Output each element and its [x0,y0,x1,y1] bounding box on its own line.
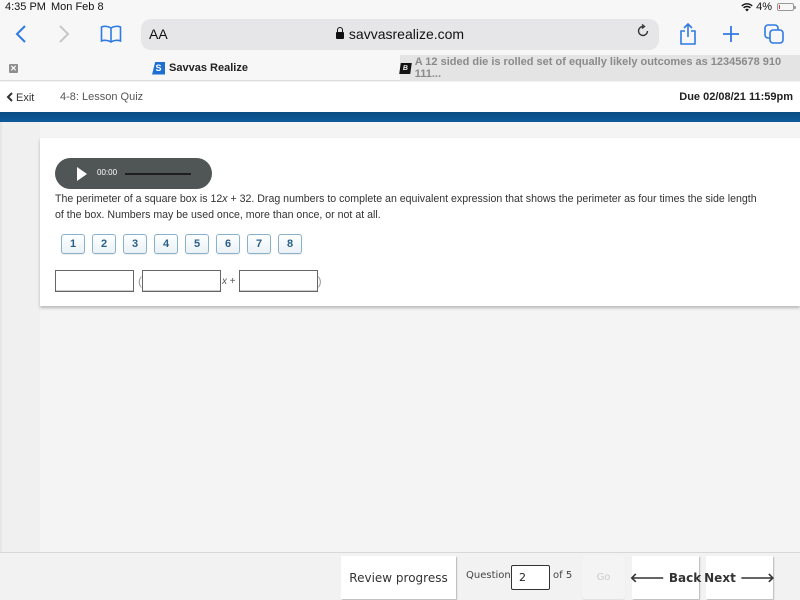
quiz-header: Exit 4-8: Lesson Quiz Due 02/08/21 11:59… [0,82,800,112]
tab-savvas-realize[interactable]: ✕ S Savvas Realize [0,55,400,81]
browser-tabs: ✕ S Savvas Realize B A 12 sided die is r… [0,55,800,81]
exit-label: Exit [16,92,35,104]
due-date: Due 02/08/21 11:59pm [679,91,793,103]
forward-chevron-icon[interactable] [53,21,75,47]
new-tab-plus-icon[interactable] [719,21,743,47]
tab-title: Savvas Realize [169,62,248,74]
brainly-b-icon: B [399,62,412,74]
battery-icon [777,3,796,11]
url-bar[interactable]: AA savvasrealize.com [141,19,659,50]
back-chevron-icon[interactable] [10,21,32,47]
question-number-input[interactable]: 2 [511,565,550,590]
tabs-overview-icon[interactable] [762,21,786,47]
number-tiles: 1 2 3 4 5 6 7 8 [61,234,302,254]
status-time: 4:35 PM [5,1,46,13]
close-tab-icon[interactable]: ✕ [9,64,18,73]
quiz-title: 4-8: Lesson Quiz [60,91,144,103]
go-button[interactable]: Go [582,556,625,599]
tab-title: A 12 sided die is rolled set of equally … [414,56,782,80]
number-tile[interactable]: 5 [185,234,209,254]
status-right: 4% [741,1,796,13]
arrow-right-icon: 🡒 [740,570,775,586]
play-icon[interactable] [77,167,87,181]
number-tile[interactable]: 1 [61,234,85,254]
browser-toolbar: AA savvasrealize.com [0,17,800,55]
number-tile[interactable]: 7 [247,234,271,254]
number-tile[interactable]: 6 [216,234,240,254]
bookmarks-book-icon[interactable] [98,21,124,47]
quiz-footer: Review progress Question 2 of 5 Go 🡐 Bac… [0,552,800,600]
audio-time: 00:00 [97,168,118,177]
next-label: Next [704,570,736,585]
expression-builder: ( x + ) [55,270,322,292]
review-progress-button[interactable]: Review progress [341,556,456,599]
url-host-wrap: savvasrealize.com [141,26,659,42]
question-card: 00:00 The perimeter of a square box is 1… [40,138,800,306]
share-icon[interactable] [676,21,700,47]
battery-percent: 4% [756,1,772,13]
question-total: of 5 [553,570,573,581]
coefficient-drop-slot[interactable] [55,270,134,292]
lock-icon [335,27,344,39]
savvas-s-icon: S [152,61,166,75]
header-accent-bar [0,112,800,122]
prompt-line-2: of the box. Numbers may be used once, mo… [55,209,381,221]
number-tile[interactable]: 3 [123,234,147,254]
wifi-icon [741,2,753,11]
reload-icon[interactable] [636,23,650,43]
number-tile[interactable]: 2 [92,234,116,254]
status-date: Mon Feb 8 [51,1,104,13]
x-plus-text: x + [222,275,236,287]
tab-brainly[interactable]: B A 12 sided die is rolled set of equall… [399,55,800,81]
question-prompt: The perimeter of a square box is 12x + 3… [55,191,795,223]
audio-player: 00:00 [55,158,212,189]
next-button[interactable]: Next 🡒 [704,556,775,599]
url-host: savvasrealize.com [348,26,465,42]
chevron-left-icon [6,91,13,105]
prompt-line-1: The perimeter of a square box is 12x + 3… [55,193,757,205]
arrow-left-icon: 🡐 [629,570,665,586]
audio-progress-track[interactable] [125,173,191,175]
status-bar: 4:35 PM Mon Feb 8 4% [0,0,800,17]
x-coefficient-drop-slot[interactable] [142,270,221,292]
constant-drop-slot[interactable] [238,270,318,292]
question-label: Question [466,570,511,581]
number-tile[interactable]: 8 [278,234,302,254]
left-gutter [0,122,40,552]
back-label: Back [668,570,702,585]
back-button[interactable]: 🡐 Back [629,556,702,599]
close-paren: ) [317,274,322,288]
number-tile[interactable]: 4 [154,234,178,254]
exit-button[interactable]: Exit [6,91,34,105]
